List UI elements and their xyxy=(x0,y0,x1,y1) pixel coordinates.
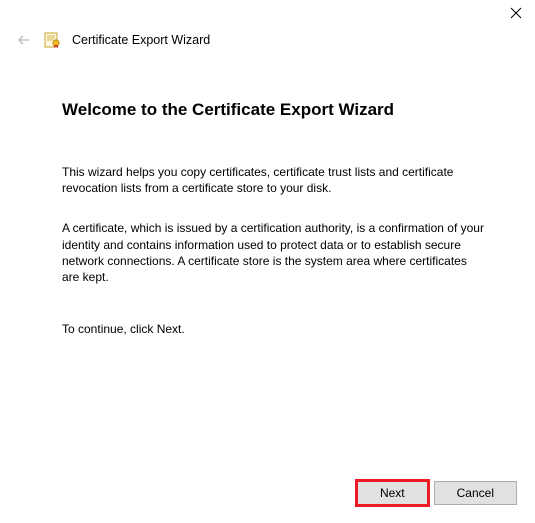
close-icon xyxy=(510,7,522,19)
close-button[interactable] xyxy=(509,6,523,20)
titlebar xyxy=(0,0,535,20)
page-heading: Welcome to the Certificate Export Wizard xyxy=(62,100,485,120)
wizard-footer: Next Cancel xyxy=(357,481,517,505)
intro-text: This wizard helps you copy certificates,… xyxy=(62,164,485,196)
cancel-button[interactable]: Cancel xyxy=(434,481,517,505)
wizard-title: Certificate Export Wizard xyxy=(72,33,210,47)
back-arrow-icon xyxy=(16,32,32,48)
wizard-header: Certificate Export Wizard xyxy=(0,20,535,50)
next-button[interactable]: Next xyxy=(357,481,428,505)
explain-text: A certificate, which is issued by a cert… xyxy=(62,220,485,285)
continue-text: To continue, click Next. xyxy=(62,321,485,337)
back-button xyxy=(14,30,34,50)
certificate-icon xyxy=(44,31,62,49)
wizard-content: Welcome to the Certificate Export Wizard… xyxy=(0,50,535,337)
